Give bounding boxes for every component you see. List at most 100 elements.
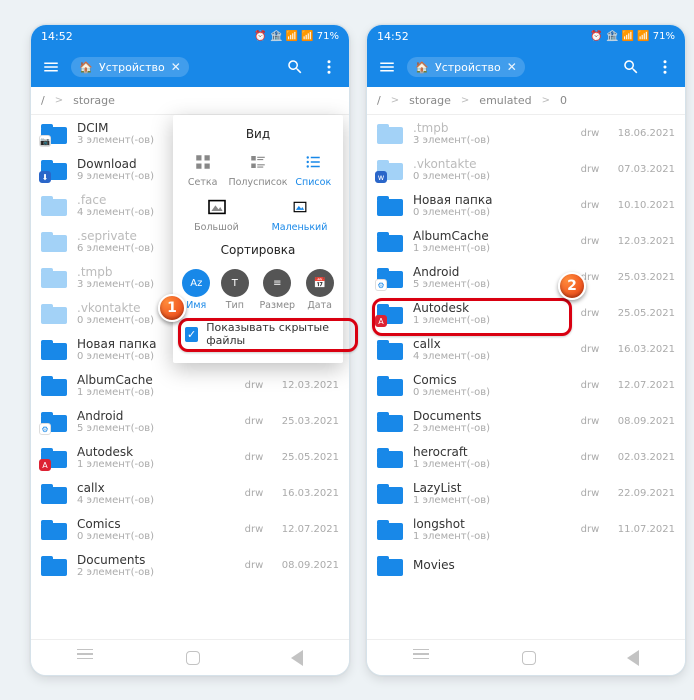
folder-row[interactable]: Comics0 элемент(-ов)drw12.07.2021 [367, 367, 685, 403]
view-option-big[interactable]: Большой [192, 196, 242, 233]
folder-row[interactable]: callx4 элемент(-ов)drw16.03.2021 [31, 475, 349, 511]
folder-date: 08.09.2021 [615, 416, 675, 427]
recent-apps-icon[interactable] [413, 649, 431, 667]
sort-option-name[interactable]: AzИмя [182, 269, 210, 311]
folder-icon [377, 228, 403, 254]
recent-apps-icon[interactable] [77, 649, 95, 667]
breadcrumb-segment[interactable]: storage [73, 94, 115, 107]
annotation-badge-1: 1 [158, 294, 186, 322]
folder-name: Новая папка [413, 193, 565, 207]
breadcrumb-segment[interactable]: / [377, 94, 381, 107]
folder-subtitle: 1 элемент(-ов) [413, 315, 565, 326]
back-icon[interactable] [291, 650, 303, 666]
menu-icon[interactable] [373, 53, 401, 81]
chevron-right-icon: > [542, 95, 550, 106]
folder-row[interactable]: ⚙Android5 элемент(-ов)drw25.03.2021 [367, 259, 685, 295]
folder-perm: drw [575, 488, 605, 499]
small-icon [289, 196, 311, 218]
home-button-icon[interactable] [186, 651, 200, 665]
breadcrumb-segment[interactable]: 0 [560, 94, 567, 107]
folder-date: 16.03.2021 [279, 488, 339, 499]
breadcrumb[interactable]: />storage [31, 87, 349, 115]
grid-icon [192, 151, 214, 173]
breadcrumb-segment[interactable]: / [41, 94, 45, 107]
folder-subtitle: 5 элемент(-ов) [77, 423, 229, 434]
folder-icon [41, 552, 67, 578]
folder-date: 12.07.2021 [615, 380, 675, 391]
search-icon[interactable] [281, 53, 309, 81]
sort-option-date[interactable]: 📅Дата [306, 269, 334, 311]
sort-chip-icon: Az [182, 269, 210, 297]
close-icon[interactable]: ✕ [171, 60, 181, 74]
folder-subtitle: 0 элемент(-ов) [413, 207, 565, 218]
folder-subtitle: 4 элемент(-ов) [77, 495, 229, 506]
address-tab[interactable]: 🏠 Устройство ✕ [71, 57, 189, 77]
folder-row[interactable]: AlbumCache1 элемент(-ов)drw12.03.2021 [367, 223, 685, 259]
folder-row[interactable]: AAutodesk1 элемент(-ов)drw25.05.2021 [367, 295, 685, 331]
gesture-nav [31, 639, 349, 675]
folder-subtitle: 5 элемент(-ов) [413, 279, 565, 290]
breadcrumb[interactable]: />storage>emulated>0 [367, 87, 685, 115]
folder-row[interactable]: Movies [367, 547, 685, 583]
folder-row[interactable]: .tmpb3 элемент(-ов)drw18.06.2021 [367, 115, 685, 151]
folder-row[interactable]: Documents2 элемент(-ов)drw08.09.2021 [31, 547, 349, 583]
home-icon: 🏠 [415, 60, 429, 74]
folder-perm: drw [575, 236, 605, 247]
folder-row[interactable]: longshot1 элемент(-ов)drw11.07.2021 [367, 511, 685, 547]
folder-date: 25.03.2021 [279, 416, 339, 427]
folder-subtitle: 1 элемент(-ов) [413, 459, 565, 470]
folder-perm: drw [575, 200, 605, 211]
folder-icon: w [377, 156, 403, 182]
more-icon[interactable] [315, 53, 343, 81]
back-icon[interactable] [627, 650, 639, 666]
folder-perm: drw [239, 380, 269, 391]
close-icon[interactable]: ✕ [507, 60, 517, 74]
breadcrumb-segment[interactable]: emulated [479, 94, 531, 107]
folder-subtitle: 0 элемент(-ов) [77, 531, 229, 542]
sort-option-size[interactable]: ≡Размер [259, 269, 295, 311]
folder-row[interactable]: ⚙Android5 элемент(-ов)drw25.03.2021 [31, 403, 349, 439]
folder-perm: drw [239, 560, 269, 571]
address-tab[interactable]: 🏠 Устройство ✕ [407, 57, 525, 77]
view-option-label: Большой [194, 222, 239, 233]
folder-row[interactable]: Новая папка0 элемент(-ов) drw 10.10.2021 [367, 187, 685, 223]
folder-row[interactable]: AAutodesk1 элемент(-ов)drw25.05.2021 [31, 439, 349, 475]
folder-perm: drw [575, 128, 605, 139]
folder-subtitle: 4 элемент(-ов) [413, 351, 565, 362]
home-button-icon[interactable] [522, 651, 536, 665]
folder-perm: drw [239, 524, 269, 535]
folder-date: 10.10.2021 [615, 200, 675, 211]
status-time: 14:52 [377, 30, 409, 43]
folder-date: 12.03.2021 [279, 380, 339, 391]
sort-row: AzИмя TТип ≡Размер 📅Дата [173, 265, 343, 315]
more-icon[interactable] [651, 53, 679, 81]
view-option-grid[interactable]: Сетка [178, 151, 228, 188]
show-hidden-checkbox[interactable]: ✓ Показывать скрытые файлы [173, 315, 343, 349]
sort-option-type[interactable]: TТип [221, 269, 249, 311]
view-option-list[interactable]: Список [288, 151, 338, 188]
search-icon[interactable] [617, 53, 645, 81]
folder-row[interactable]: Comics0 элемент(-ов)drw12.07.2021 [31, 511, 349, 547]
folder-row[interactable]: w.vkontakte0 элемент(-ов)drw07.03.2021 [367, 151, 685, 187]
tab-label: Устройство [435, 61, 501, 74]
sort-option-label: Дата [307, 300, 332, 311]
view-option-half[interactable]: Полусписок [233, 151, 283, 188]
folder-icon: ⚙ [377, 264, 403, 290]
folder-subtitle: 1 элемент(-ов) [413, 243, 565, 254]
view-option-small[interactable]: Маленький [275, 196, 325, 233]
view-option-label: Полусписок [228, 177, 287, 188]
breadcrumb-segment[interactable]: storage [409, 94, 451, 107]
folder-row[interactable]: herocraft1 элемент(-ов)drw02.03.2021 [367, 439, 685, 475]
folder-row[interactable]: Documents2 элемент(-ов)drw08.09.2021 [367, 403, 685, 439]
left-phone: 14:52 ⏰ 🏦 📶 📶 71% 🏠 Устройство ✕ [30, 24, 350, 676]
folder-icon [377, 552, 403, 578]
view-option-label: Маленький [272, 222, 328, 233]
status-icons: ⏰ 🏦 📶 📶 71% [590, 31, 675, 42]
folder-name: Android [413, 265, 565, 279]
big-icon [206, 196, 228, 218]
menu-icon[interactable] [37, 53, 65, 81]
status-bar: 14:52 ⏰ 🏦 📶 📶 71% [31, 25, 349, 47]
folder-row[interactable]: LazyList1 элемент(-ов)drw22.09.2021 [367, 475, 685, 511]
folder-row[interactable]: callx4 элемент(-ов)drw16.03.2021 [367, 331, 685, 367]
folder-row[interactable]: AlbumCache1 элемент(-ов)drw12.03.2021 [31, 367, 349, 403]
